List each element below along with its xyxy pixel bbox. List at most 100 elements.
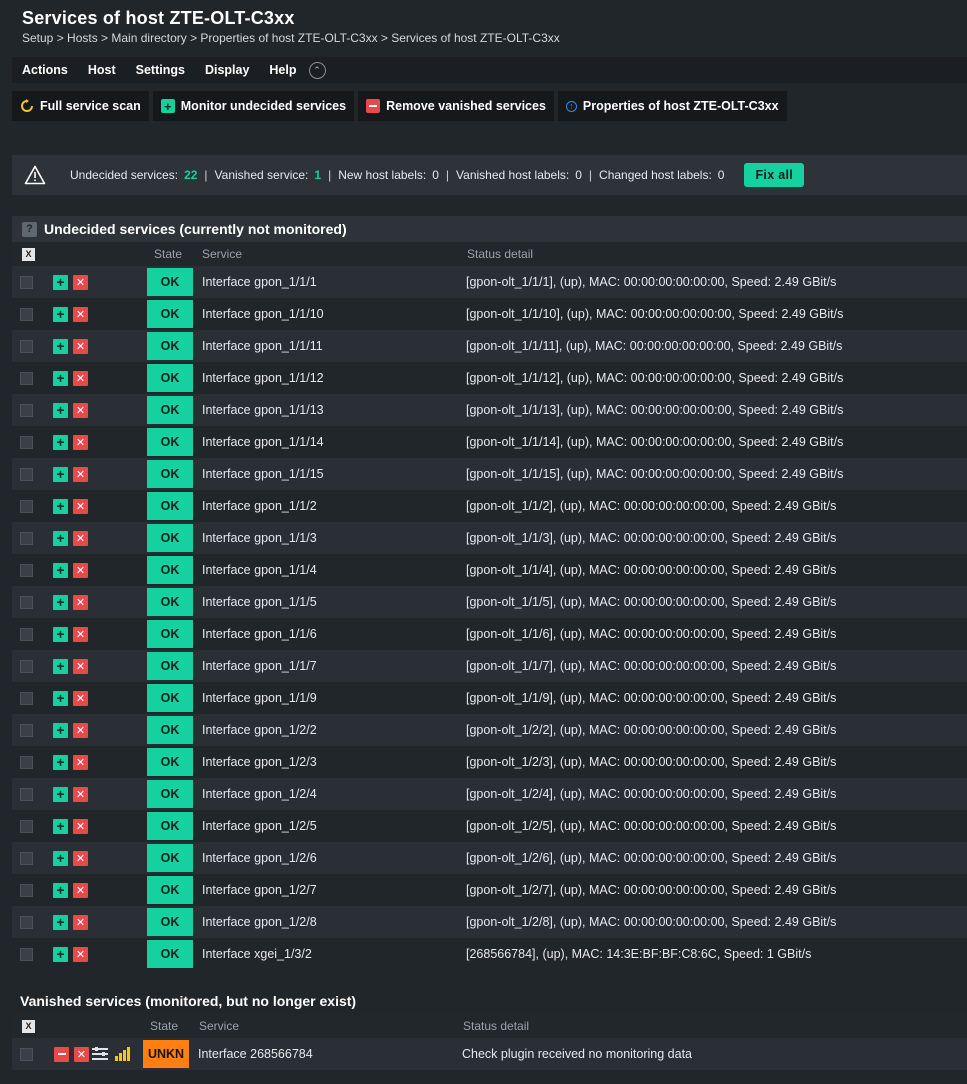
- service-name[interactable]: Interface xgei_1/3/2: [202, 947, 312, 961]
- row-checkbox[interactable]: [20, 819, 33, 833]
- ignore-service-button[interactable]: ✕: [73, 658, 88, 674]
- monitor-service-button[interactable]: +: [53, 306, 68, 322]
- remove-vanished-button[interactable]: Remove vanished services: [358, 91, 554, 121]
- detail-column-header[interactable]: Status detail: [463, 1019, 529, 1033]
- service-name[interactable]: Interface gpon_1/2/7: [202, 883, 317, 897]
- ignore-service-button[interactable]: ✕: [73, 722, 88, 738]
- service-name[interactable]: Interface gpon_1/2/8: [202, 915, 317, 929]
- service-name[interactable]: Interface gpon_1/2/2: [202, 723, 317, 737]
- row-checkbox[interactable]: [20, 883, 33, 897]
- monitor-undecided-button[interactable]: + Monitor undecided services: [152, 91, 355, 121]
- row-checkbox[interactable]: [20, 1047, 33, 1061]
- ignore-service-button[interactable]: ✕: [73, 466, 88, 482]
- monitor-service-button[interactable]: +: [53, 530, 68, 546]
- ignore-service-button[interactable]: ✕: [73, 626, 88, 642]
- fix-all-button[interactable]: Fix all: [744, 163, 805, 187]
- menu-display[interactable]: Display: [205, 63, 249, 77]
- ignore-service-button[interactable]: ✕: [73, 946, 88, 962]
- ignore-service-button[interactable]: ✕: [73, 882, 88, 898]
- ignore-service-button[interactable]: ✕: [73, 594, 88, 610]
- ignore-service-button[interactable]: ✕: [73, 690, 88, 706]
- monitor-service-button[interactable]: +: [53, 274, 68, 290]
- row-checkbox[interactable]: [20, 563, 33, 577]
- service-name[interactable]: Interface gpon_1/1/13: [202, 403, 324, 417]
- metrics-icon[interactable]: [115, 1046, 131, 1064]
- monitor-service-button[interactable]: +: [53, 562, 68, 578]
- row-checkbox[interactable]: [20, 723, 33, 737]
- row-checkbox[interactable]: [20, 851, 33, 865]
- monitor-service-button[interactable]: +: [53, 722, 68, 738]
- ignore-service-button[interactable]: ✕: [73, 562, 88, 578]
- row-checkbox[interactable]: [20, 947, 33, 961]
- ignore-service-button[interactable]: ✕: [73, 818, 88, 834]
- menu-actions[interactable]: Actions: [22, 63, 68, 77]
- row-checkbox[interactable]: [20, 339, 33, 353]
- monitor-service-button[interactable]: +: [53, 402, 68, 418]
- menu-host[interactable]: Host: [88, 63, 116, 77]
- full-service-scan-button[interactable]: Full service scan: [12, 91, 149, 121]
- row-checkbox[interactable]: [20, 691, 33, 705]
- service-name[interactable]: Interface gpon_1/1/4: [202, 563, 317, 577]
- row-checkbox[interactable]: [20, 307, 33, 321]
- toggle-all-checkbox[interactable]: X: [22, 247, 35, 261]
- row-checkbox[interactable]: [20, 915, 33, 929]
- row-checkbox[interactable]: [20, 531, 33, 545]
- toggle-all-checkbox[interactable]: X: [22, 1019, 35, 1033]
- menu-settings[interactable]: Settings: [136, 63, 185, 77]
- service-name[interactable]: Interface gpon_1/1/6: [202, 627, 317, 641]
- breadcrumb[interactable]: Setup > Hosts > Main directory > Propert…: [22, 31, 560, 45]
- ignore-service-button[interactable]: ✕: [73, 754, 88, 770]
- monitor-service-button[interactable]: +: [53, 434, 68, 450]
- service-name[interactable]: Interface 268566784: [198, 1047, 313, 1061]
- monitor-service-button[interactable]: +: [53, 850, 68, 866]
- ignore-service-button[interactable]: ✕: [73, 306, 88, 322]
- monitor-service-button[interactable]: +: [53, 786, 68, 802]
- detail-column-header[interactable]: Status detail: [467, 247, 533, 261]
- ignore-service-button[interactable]: ✕: [73, 370, 88, 386]
- service-name[interactable]: Interface gpon_1/1/5: [202, 595, 317, 609]
- service-column-header[interactable]: Service: [202, 247, 242, 261]
- monitor-service-button[interactable]: +: [53, 594, 68, 610]
- service-name[interactable]: Interface gpon_1/1/14: [202, 435, 324, 449]
- host-properties-button[interactable]: ↑ Properties of host ZTE-OLT-C3xx: [557, 91, 787, 121]
- service-name[interactable]: Interface gpon_1/1/3: [202, 531, 317, 545]
- monitor-service-button[interactable]: +: [53, 914, 68, 930]
- row-checkbox[interactable]: [20, 787, 33, 801]
- remove-service-button[interactable]: [54, 1046, 69, 1062]
- monitor-service-button[interactable]: +: [53, 370, 68, 386]
- monitor-service-button[interactable]: +: [53, 466, 68, 482]
- monitor-service-button[interactable]: +: [53, 498, 68, 514]
- row-checkbox[interactable]: [20, 371, 33, 385]
- monitor-service-button[interactable]: +: [53, 338, 68, 354]
- vanished-section-title[interactable]: Vanished services (monitored, but no lon…: [12, 988, 967, 1014]
- monitor-service-button[interactable]: +: [53, 658, 68, 674]
- monitor-service-button[interactable]: +: [53, 946, 68, 962]
- service-name[interactable]: Interface gpon_1/1/9: [202, 691, 317, 705]
- service-name[interactable]: Interface gpon_1/1/15: [202, 467, 324, 481]
- row-checkbox[interactable]: [20, 755, 33, 769]
- service-name[interactable]: Interface gpon_1/1/12: [202, 371, 324, 385]
- ignore-service-button[interactable]: ✕: [73, 274, 88, 290]
- service-name[interactable]: Interface gpon_1/1/2: [202, 499, 317, 513]
- monitor-service-button[interactable]: +: [53, 626, 68, 642]
- ignore-service-button[interactable]: ✕: [73, 530, 88, 546]
- state-column-header[interactable]: State: [154, 247, 182, 261]
- ignore-service-button[interactable]: ✕: [73, 434, 88, 450]
- ignore-service-button[interactable]: ✕: [73, 850, 88, 866]
- ignore-service-button[interactable]: ✕: [73, 498, 88, 514]
- service-column-header[interactable]: Service: [199, 1019, 239, 1033]
- row-checkbox[interactable]: [20, 435, 33, 449]
- row-checkbox[interactable]: [20, 499, 33, 513]
- monitor-service-button[interactable]: +: [53, 882, 68, 898]
- parameters-icon[interactable]: [92, 1047, 110, 1064]
- row-checkbox[interactable]: [20, 659, 33, 673]
- row-checkbox[interactable]: [20, 467, 33, 481]
- row-checkbox[interactable]: [20, 595, 33, 609]
- monitor-service-button[interactable]: +: [53, 690, 68, 706]
- collapse-menu-icon[interactable]: ⌃: [308, 61, 326, 79]
- service-name[interactable]: Interface gpon_1/2/5: [202, 819, 317, 833]
- service-name[interactable]: Interface gpon_1/1/7: [202, 659, 317, 673]
- service-name[interactable]: Interface gpon_1/1/1: [202, 275, 317, 289]
- service-name[interactable]: Interface gpon_1/2/3: [202, 755, 317, 769]
- monitor-service-button[interactable]: +: [53, 754, 68, 770]
